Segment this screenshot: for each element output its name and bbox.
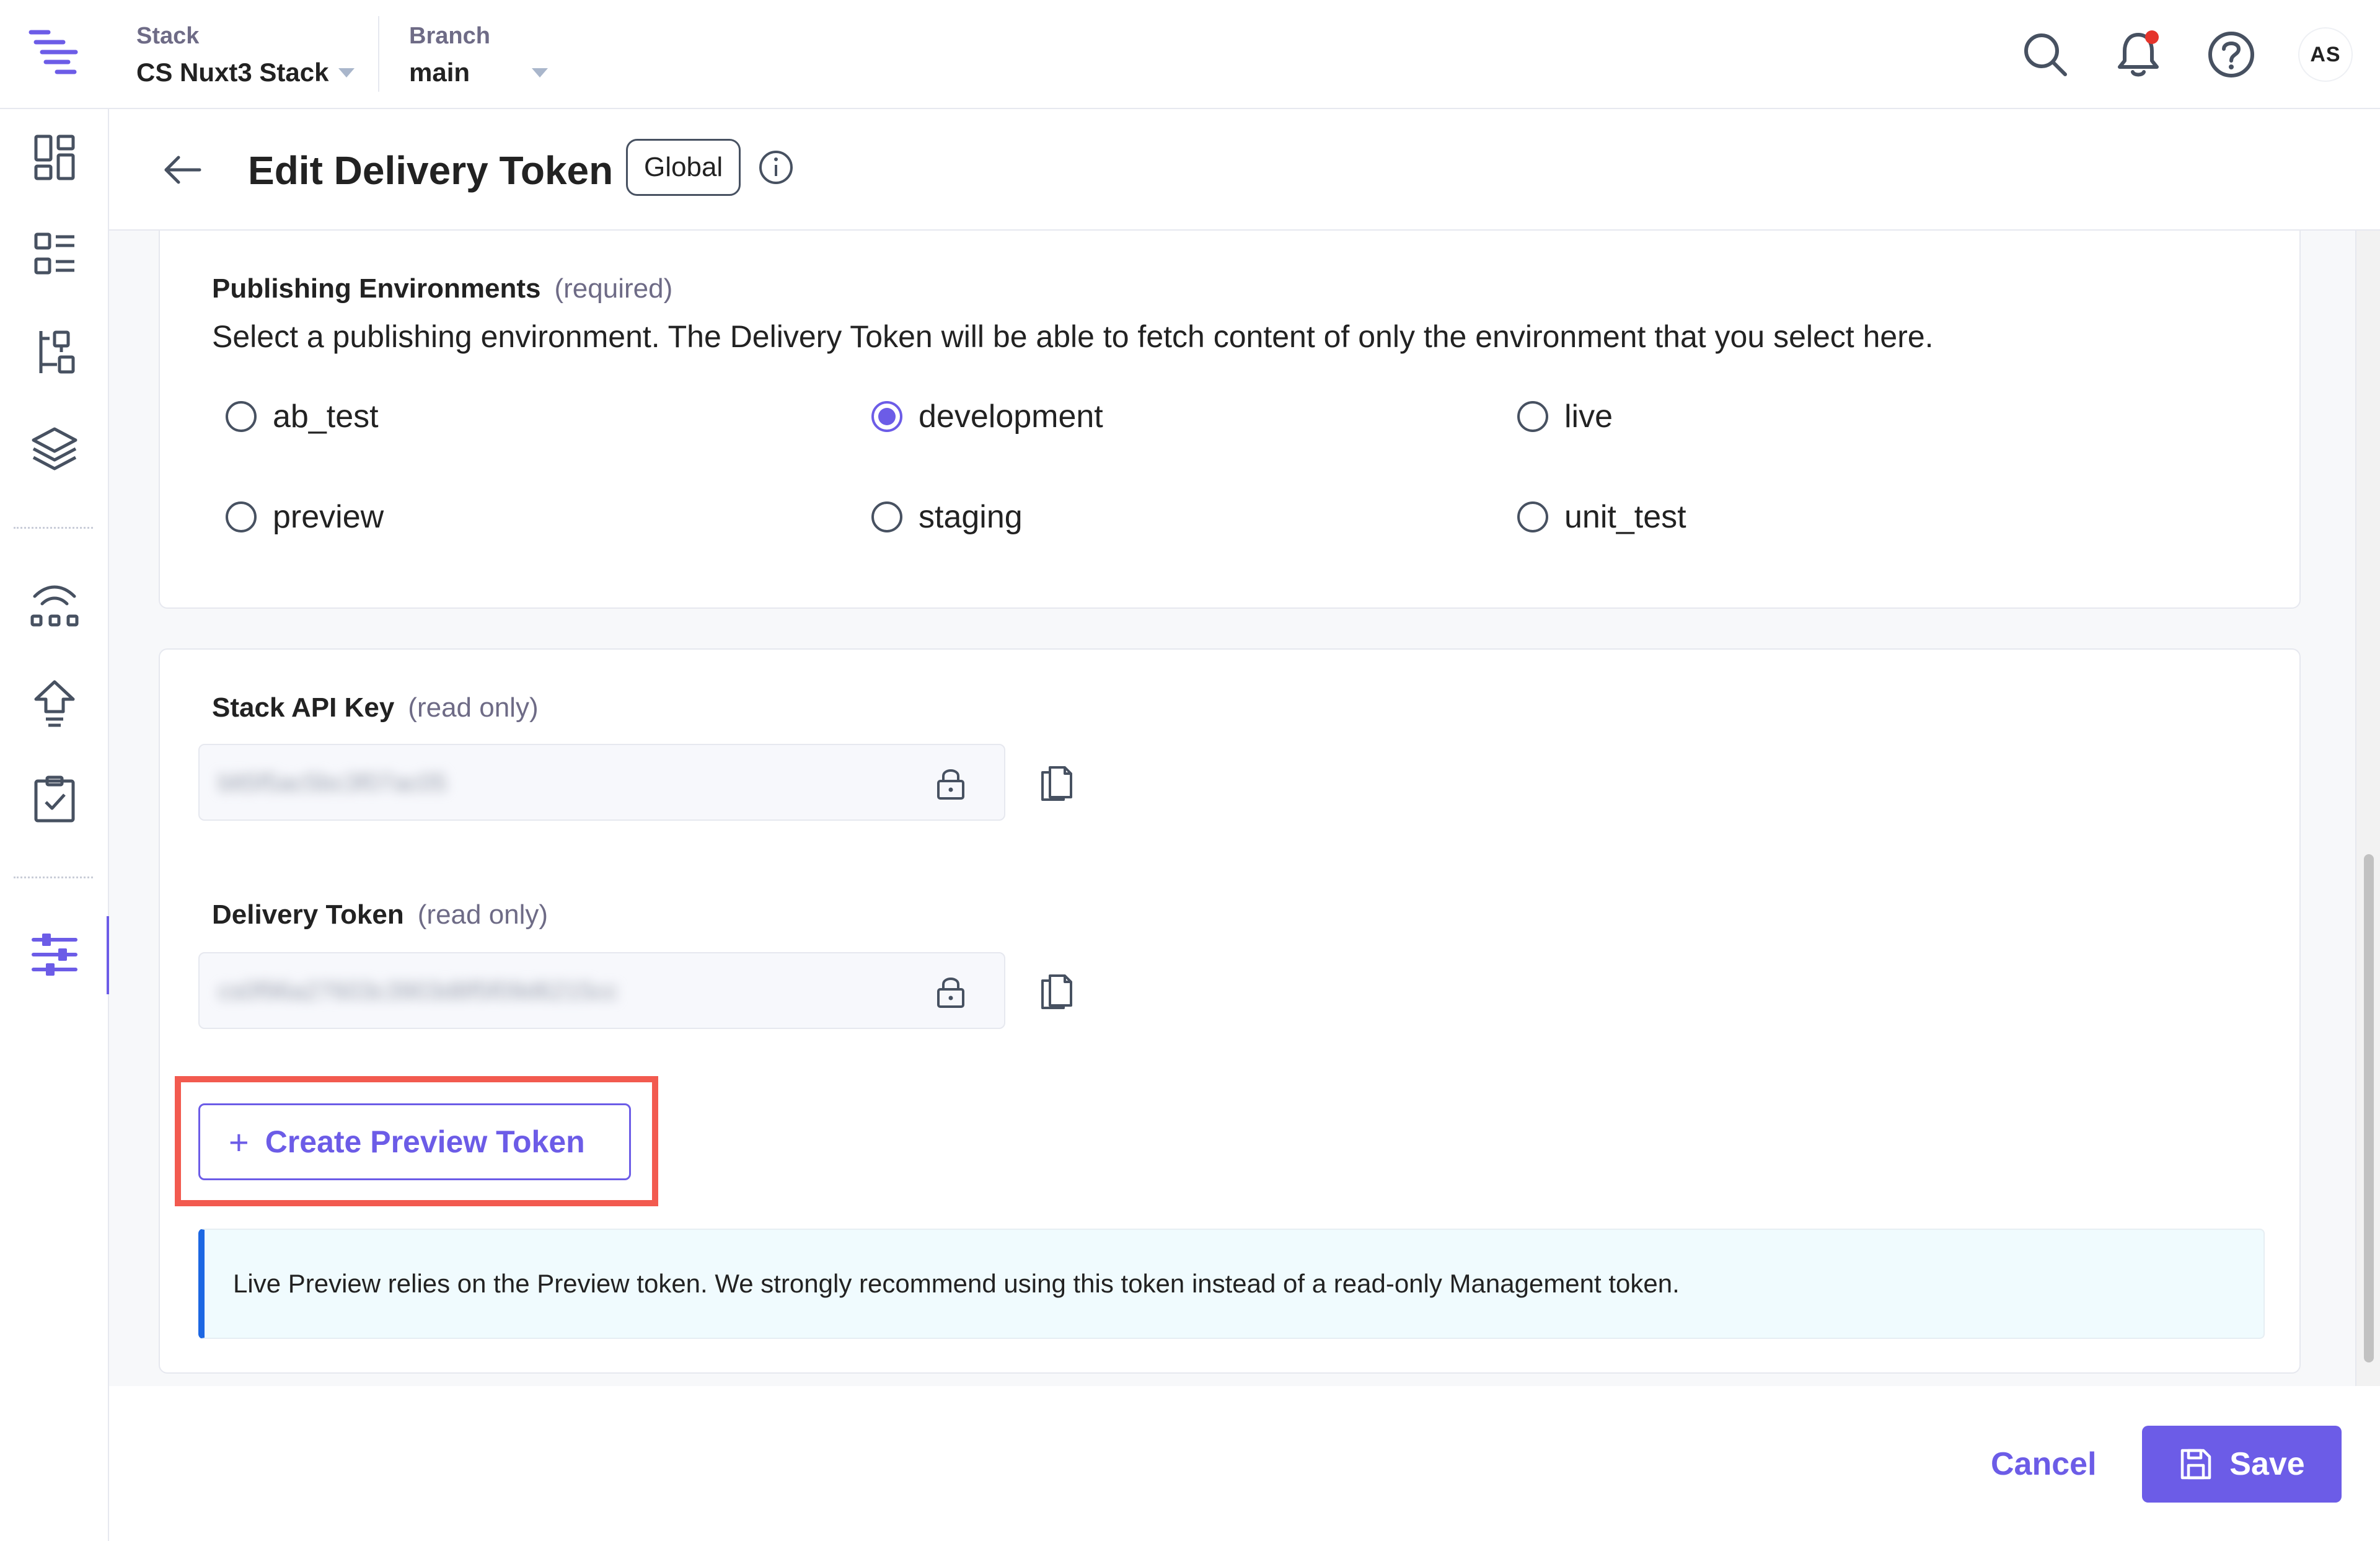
publishing-description: Select a publishing environment. The Del…	[212, 319, 1934, 354]
env-radio-unit-test[interactable]: unit_test	[1517, 495, 1686, 539]
app-logo-icon[interactable]	[27, 27, 82, 77]
delivery-token-value: cs0f96a27603c3903d8f5f09d6215cc	[218, 978, 618, 1005]
env-label: unit_test	[1564, 499, 1686, 535]
cancel-button[interactable]: Cancel	[1975, 1426, 2113, 1503]
assets-icon[interactable]	[27, 422, 82, 476]
divider	[378, 16, 379, 92]
create-preview-token-label: Create Preview Token	[265, 1124, 585, 1159]
deploy-icon[interactable]	[27, 676, 82, 730]
chevron-down-icon	[338, 68, 355, 77]
notice-text: Live Preview relies on the Preview token…	[233, 1269, 1680, 1298]
footer-actions: Cancel Save	[109, 1386, 2380, 1541]
radio-button[interactable]	[1517, 401, 1548, 432]
dashboard-icon[interactable]	[27, 130, 82, 185]
create-preview-token-button[interactable]: + Create Preview Token	[198, 1103, 631, 1180]
publishing-environments-card: Publishing Environments (required) Select…	[159, 231, 2301, 609]
global-badge: Global	[626, 139, 741, 196]
stack-label: Stack	[136, 23, 200, 49]
radio-button[interactable]	[871, 501, 902, 532]
notification-dot	[2145, 30, 2159, 44]
content-area: Publishing Environments (required) Select…	[109, 231, 2380, 1386]
env-label: development	[919, 399, 1103, 435]
save-button[interactable]: Save	[2142, 1426, 2342, 1503]
radio-button[interactable]	[226, 501, 257, 532]
webhooks-icon[interactable]	[27, 578, 82, 632]
search-icon[interactable]	[2018, 27, 2073, 82]
publishing-environments-label: Publishing Environments	[212, 273, 541, 304]
env-label: ab_test	[273, 399, 379, 435]
env-label: preview	[273, 499, 384, 535]
stack-api-key-value: blt5f5ac5bc3f07ac05	[218, 769, 447, 797]
tasks-icon[interactable]	[27, 772, 82, 827]
plus-icon: +	[229, 1122, 249, 1162]
radio-button[interactable]	[1517, 501, 1548, 532]
delivery-token-field[interactable]: cs0f96a27603c3903d8f5f09d6215cc	[198, 952, 1005, 1029]
avatar[interactable]: AS	[2298, 27, 2353, 82]
page-header: Edit Delivery Token Global	[109, 109, 2380, 231]
scrollbar[interactable]	[2355, 231, 2380, 1386]
env-label: live	[1564, 399, 1613, 435]
branch-selector[interactable]: Branch main	[409, 21, 549, 94]
save-label: Save	[2229, 1446, 2305, 1482]
stack-name: CS Nuxt3 Stack	[136, 58, 329, 87]
live-preview-notice: Live Preview relies on the Preview token…	[198, 1229, 2265, 1339]
env-radio-ab-test[interactable]: ab_test	[226, 394, 379, 439]
entries-icon[interactable]	[27, 227, 82, 281]
chevron-down-icon	[532, 68, 549, 77]
required-hint: (required)	[554, 273, 673, 304]
env-radio-staging[interactable]: staging	[871, 495, 1023, 539]
branch-label: Branch	[409, 23, 490, 49]
settings-icon[interactable]	[27, 927, 82, 982]
sidebar-divider	[14, 527, 93, 529]
scrollbar-thumb[interactable]	[2364, 854, 2374, 1362]
back-arrow-icon[interactable]	[156, 144, 208, 196]
env-radio-live[interactable]: live	[1517, 394, 1613, 439]
tokens-card: Stack API Key (read only) blt5f5ac5bc3f07…	[159, 648, 2301, 1374]
save-icon	[2181, 1449, 2211, 1480]
top-bar: Stack CS Nuxt3 Stack Branch main AS	[0, 0, 2380, 109]
delivery-token-label: Delivery Token	[212, 899, 404, 930]
radio-button[interactable]	[226, 401, 257, 432]
copy-delivery-token-icon[interactable]	[1038, 969, 1075, 1009]
branch-name: main	[409, 58, 470, 87]
sidebar-divider	[14, 876, 93, 878]
env-radio-development[interactable]: development	[871, 394, 1103, 439]
stack-api-key-label: Stack API Key	[212, 692, 395, 723]
env-label: staging	[919, 499, 1023, 535]
page-title: Edit Delivery Token	[248, 148, 614, 193]
env-radio-preview[interactable]: preview	[226, 495, 384, 539]
bell-icon[interactable]	[2111, 27, 2166, 82]
copy-api-key-icon[interactable]	[1038, 761, 1075, 801]
radio-button-checked[interactable]	[871, 401, 902, 432]
lock-icon	[932, 765, 969, 802]
read-only-hint: (read only)	[408, 692, 539, 723]
stack-selector[interactable]: Stack CS Nuxt3 Stack	[136, 21, 355, 94]
lock-icon	[932, 973, 969, 1010]
content-models-icon[interactable]	[27, 325, 82, 379]
help-icon[interactable]	[2204, 27, 2259, 82]
read-only-hint: (read only)	[417, 899, 549, 930]
stack-api-key-field[interactable]: blt5f5ac5bc3f07ac05	[198, 744, 1005, 821]
info-icon[interactable]	[757, 149, 795, 186]
